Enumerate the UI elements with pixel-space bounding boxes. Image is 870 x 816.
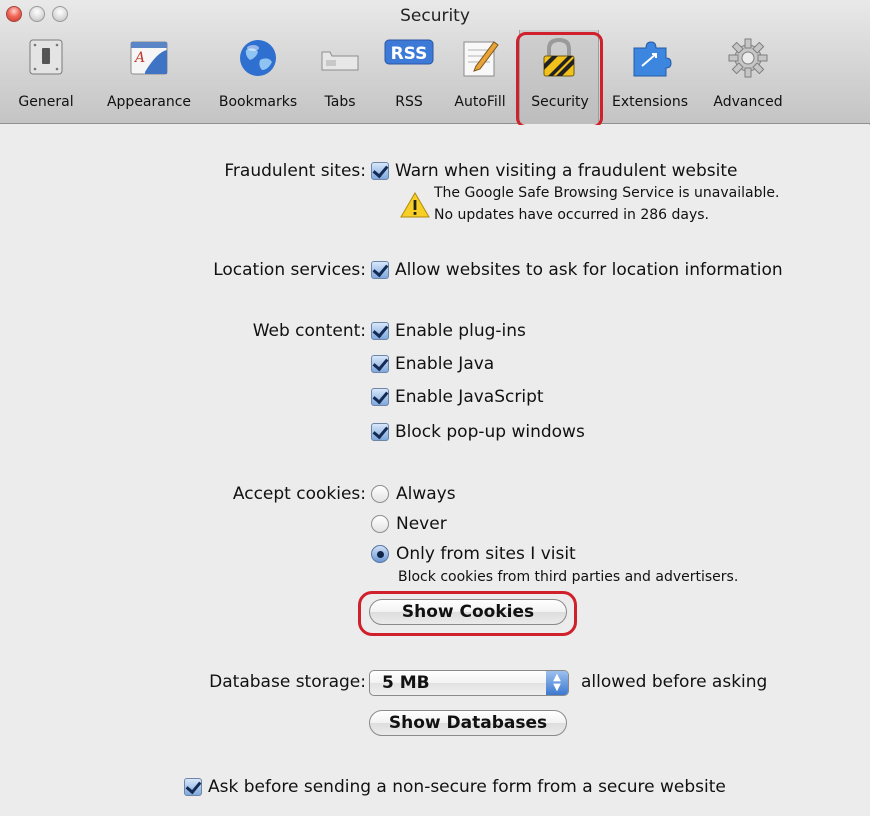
gear-icon — [726, 36, 770, 80]
cookies-only-visited-radio[interactable]: Only from sites I visit — [371, 544, 576, 564]
lock-icon — [537, 36, 581, 80]
database-size-value: 5 MB — [382, 673, 430, 693]
rss-badge-text: RSS — [391, 44, 428, 64]
web-content-label: Web content: — [252, 321, 366, 341]
select-arrows-icon: ▲ ▼ — [546, 671, 568, 695]
checkbox-checked-icon — [371, 261, 389, 279]
window-title: Security — [400, 6, 470, 26]
general-switch-icon — [24, 36, 68, 80]
location-checkbox[interactable]: Allow websites to ask for location infor… — [371, 260, 783, 280]
tab-autofill-label: AutoFill — [454, 94, 506, 110]
secure-form-checkbox[interactable]: Ask before sending a non-secure form fro… — [184, 777, 726, 797]
security-preferences-window: Security General A Appearance Bookmarks … — [0, 0, 870, 816]
secure-form-label: Ask before sending a non-secure form fro… — [208, 777, 726, 797]
fraud-label: Fraudulent sites: — [224, 161, 366, 181]
show-databases-button[interactable]: Show Databases — [369, 710, 567, 736]
enable-plugins-checkbox[interactable]: Enable plug-ins — [371, 321, 526, 341]
svg-text:A: A — [133, 50, 145, 66]
tab-general-label: General — [18, 94, 74, 110]
database-suffix: allowed before asking — [581, 672, 767, 692]
database-label: Database storage: — [209, 672, 366, 692]
tab-security-label: Security — [531, 94, 589, 110]
tab-tabs-label: Tabs — [324, 94, 356, 110]
location-checkbox-label: Allow websites to ask for location infor… — [395, 260, 783, 280]
cookies-never-label: Never — [396, 514, 447, 534]
cookies-note: Block cookies from third parties and adv… — [398, 569, 739, 585]
fraud-checkbox-label: Warn when visiting a fraudulent website — [395, 161, 738, 181]
cookies-label: Accept cookies: — [232, 484, 366, 504]
tab-tabs[interactable]: Tabs — [314, 30, 366, 124]
tab-advanced[interactable]: Advanced — [704, 30, 792, 124]
enable-java-label: Enable Java — [395, 354, 495, 374]
checkbox-checked-icon — [371, 423, 389, 441]
extensions-icon — [628, 36, 672, 80]
radio-on-icon — [371, 545, 389, 563]
tab-appearance-label: Appearance — [106, 94, 192, 110]
enable-javascript-label: Enable JavaScript — [395, 387, 544, 407]
cookies-always-label: Always — [396, 484, 456, 504]
tab-rss[interactable]: RSS RSS — [382, 30, 436, 124]
globe-icon — [236, 36, 280, 80]
title-toolbar: Security General A Appearance Bookmarks … — [0, 0, 870, 124]
fraud-warning-checkbox[interactable]: Warn when visiting a fraudulent website — [371, 161, 737, 181]
warning-triangle-icon — [400, 192, 430, 218]
checkbox-checked-icon — [371, 388, 389, 406]
tab-extensions-label: Extensions — [611, 94, 689, 110]
tab-autofill[interactable]: AutoFill — [442, 30, 518, 124]
preferences-toolbar: General A Appearance Bookmarks Tabs RSS … — [0, 30, 870, 124]
autofill-pencil-icon — [458, 36, 502, 80]
checkbox-checked-icon — [371, 322, 389, 340]
radio-off-icon — [371, 485, 389, 503]
database-size-select[interactable]: 5 MB ▲ ▼ — [369, 670, 569, 696]
cookies-always-radio[interactable]: Always — [371, 484, 456, 504]
enable-plugins-label: Enable plug-ins — [395, 321, 526, 341]
tab-security[interactable]: Security — [519, 30, 599, 124]
enable-java-checkbox[interactable]: Enable Java — [371, 354, 494, 374]
block-popups-checkbox[interactable]: Block pop-up windows — [371, 422, 585, 442]
fraud-warning-line1: The Google Safe Browsing Service is unav… — [434, 185, 780, 201]
security-settings-pane: Fraudulent sites: Warn when visiting a f… — [0, 125, 870, 816]
tab-general[interactable]: General — [14, 30, 78, 124]
block-popups-label: Block pop-up windows — [395, 422, 585, 442]
tabs-icon — [318, 36, 362, 80]
checkbox-checked-icon — [184, 778, 202, 796]
tab-advanced-label: Advanced — [713, 94, 783, 110]
fraud-warning-line2: No updates have occurred in 286 days. — [434, 207, 709, 223]
cookies-only-visited-label: Only from sites I visit — [396, 544, 576, 564]
cookies-never-radio[interactable]: Never — [371, 514, 447, 534]
appearance-icon: A — [127, 36, 171, 80]
show-cookies-button[interactable]: Show Cookies — [369, 599, 567, 625]
checkbox-checked-icon — [371, 355, 389, 373]
database-suffix-label: allowed before asking — [581, 672, 768, 692]
tab-rss-label: RSS — [395, 94, 423, 110]
rss-icon: RSS — [384, 36, 434, 80]
enable-javascript-checkbox[interactable]: Enable JavaScript — [371, 387, 544, 407]
location-label: Location services: — [213, 260, 366, 280]
tab-extensions[interactable]: Extensions — [604, 30, 696, 124]
radio-off-icon — [371, 515, 389, 533]
tab-appearance[interactable]: A Appearance — [98, 30, 200, 124]
tab-bookmarks-label: Bookmarks — [218, 94, 298, 110]
tab-bookmarks[interactable]: Bookmarks — [210, 30, 306, 124]
checkbox-checked-icon — [371, 162, 389, 180]
